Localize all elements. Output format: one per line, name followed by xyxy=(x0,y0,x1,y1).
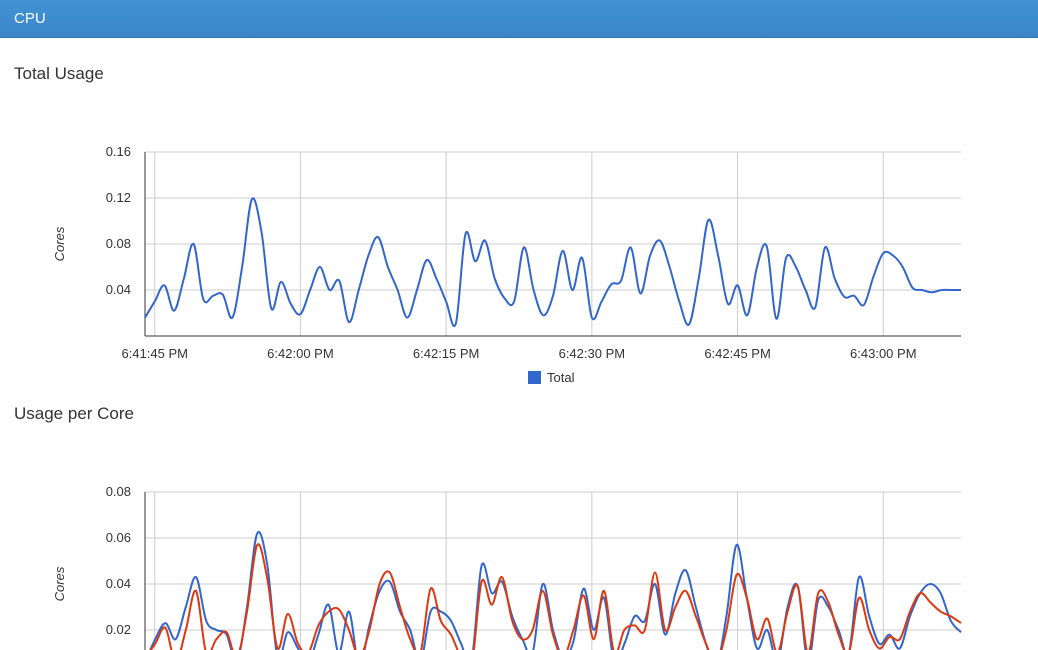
y-axis-label: Cores xyxy=(52,566,67,601)
x-tick-label: 6:43:00 PM xyxy=(850,346,917,361)
y-tick-label: 0.04 xyxy=(106,282,131,297)
x-tick-label: 6:42:45 PM xyxy=(704,346,771,361)
x-tick-label: 6:41:45 PM xyxy=(121,346,188,361)
y-axis-label: Cores xyxy=(52,226,67,261)
usage-per-core-title: Usage per Core xyxy=(14,404,135,423)
usage-per-core-chart: 0.02 0.04 0.06 0.08 Cores xyxy=(52,484,962,650)
x-tick-label: 6:42:30 PM xyxy=(559,346,626,361)
y-tick-label: 0.04 xyxy=(106,576,131,591)
y-tick-label: 0.12 xyxy=(106,190,131,205)
x-tick-label: 6:42:00 PM xyxy=(267,346,334,361)
x-tick-label: 6:42:15 PM xyxy=(413,346,480,361)
total-usage-title: Total Usage xyxy=(14,64,104,83)
legend-swatch xyxy=(528,371,541,384)
legend-label: Total xyxy=(547,370,575,385)
y-tick-label: 0.08 xyxy=(106,236,131,251)
total-usage-chart: 0.04 0.08 0.12 0.16 Cores 6:41:45 PM 6:42:00 P… xyxy=(52,144,961,385)
y-tick-label: 0.06 xyxy=(106,530,131,545)
panel-title: CPU xyxy=(14,10,46,27)
panel-header: CPU xyxy=(0,0,1038,38)
y-tick-label: 0.16 xyxy=(106,144,131,159)
y-tick-label: 0.02 xyxy=(106,622,131,637)
series-line-0 xyxy=(144,197,961,327)
y-tick-label: 0.08 xyxy=(106,484,131,499)
